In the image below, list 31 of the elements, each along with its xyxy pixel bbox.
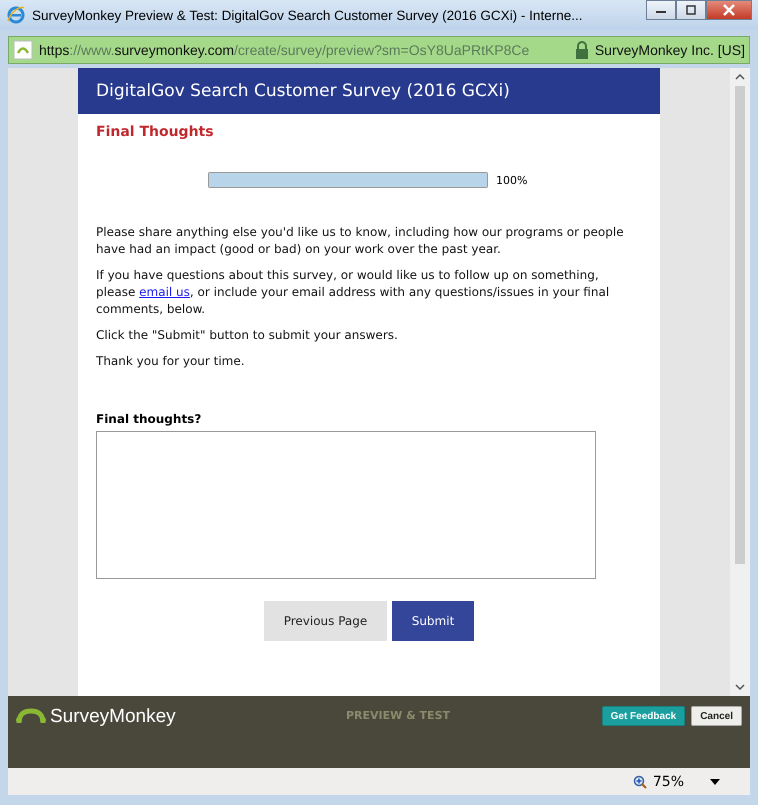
- paragraph: If you have questions about this survey, or would like us to follow up on something, please email us, or include your email address with any questions/issues in your final comments, below.: [96, 267, 610, 318]
- progress-percent: 100%: [496, 174, 528, 186]
- dropdown-arrow-icon[interactable]: [710, 778, 720, 784]
- zoom-level[interactable]: 75%: [652, 774, 684, 790]
- paragraph: Please share anything else you'd like us to know, including how our programs or people have had an impact (good or bad) on your work over the past year.: [96, 224, 625, 258]
- close-button[interactable]: [706, 0, 752, 20]
- lock-icon: [574, 41, 589, 59]
- previous-page-button[interactable]: Previous Page: [264, 601, 387, 641]
- submit-button[interactable]: Submit: [392, 601, 474, 641]
- browser-logo-icon: [6, 5, 26, 25]
- survey-title: DigitalGov Search Customer Survey (2016 GCXi): [96, 81, 510, 101]
- mode-label: PREVIEW & TEST: [346, 709, 451, 722]
- maximize-button[interactable]: [676, 0, 706, 20]
- window-title: SurveyMonkey Preview & Test: DigitalGov Search Customer Survey (2016 GCXi) - Interne...: [32, 8, 584, 22]
- paragraph: Thank you for your time.: [96, 353, 246, 370]
- minimize-button[interactable]: [646, 0, 676, 20]
- scroll-up-icon[interactable]: [735, 74, 745, 80]
- url-text: https://www.surveymonkey.com/create/survey/preview?sm=OsY8UaPRtKP8Ce: [39, 42, 530, 58]
- zoom-icon[interactable]: [632, 774, 647, 788]
- question-label: Final thoughts?: [96, 412, 202, 426]
- certificate-text: SurveyMonkey Inc. [US]: [594, 42, 745, 58]
- address-bar[interactable]: https://www.surveymonkey.com/create/survey/preview?sm=OsY8UaPRtKP8Ce SurveyMonkey Inc. [US]: [8, 36, 750, 64]
- email-link[interactable]: email us: [139, 285, 190, 299]
- page-icon: [13, 40, 33, 60]
- cancel-button[interactable]: Cancel: [691, 706, 742, 726]
- scroll-down-icon[interactable]: [735, 684, 745, 690]
- maximize-icon: [684, 5, 698, 15]
- brand-name: SurveyMonkey: [50, 706, 176, 728]
- page-title: Final Thoughts: [96, 124, 215, 140]
- paragraph: Click the "Submit" button to submit your answers.: [96, 327, 399, 344]
- close-icon: [722, 4, 736, 16]
